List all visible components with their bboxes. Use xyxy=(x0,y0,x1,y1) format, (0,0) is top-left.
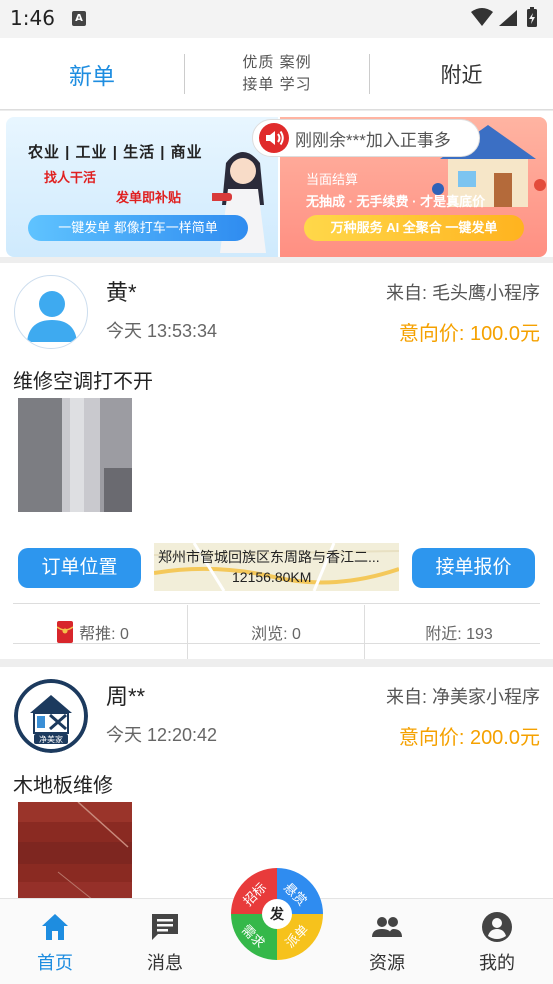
order-price: 意向价: 200.0元 xyxy=(398,727,540,749)
banner-post-bonus: 发单即补贴 xyxy=(116,190,182,205)
signal-icon xyxy=(499,10,517,26)
views-count: 浏览: 0 xyxy=(251,626,301,643)
order-distance: 12156.80KM xyxy=(232,569,312,585)
order-time: 今天 13:53:34 xyxy=(106,321,218,341)
nav-home-label: 首页 xyxy=(37,953,73,973)
order-time: 今天 12:20:42 xyxy=(106,725,218,745)
tab-nearby[interactable]: 附近 xyxy=(370,38,553,110)
message-icon xyxy=(152,914,178,940)
order-photo[interactable] xyxy=(18,802,132,898)
order-photo-image xyxy=(18,398,132,512)
publish-fab[interactable]: 招标 悬赏 派单 需求 发 xyxy=(231,868,323,960)
logo-text: 净美家 xyxy=(39,735,63,744)
banner-ai-service-button[interactable]: 万种服务 AI 全聚合 一键发单 xyxy=(304,215,524,241)
order-photo-image xyxy=(18,802,132,898)
wifi-icon xyxy=(471,8,493,26)
tab-featured[interactable]: 优质 案例 接单 学习 xyxy=(185,38,369,110)
avatar[interactable] xyxy=(14,275,88,349)
account-icon xyxy=(482,912,512,942)
status-bar: 1:46 A xyxy=(0,0,553,38)
speaker-icon xyxy=(259,123,289,153)
order-title: 木地板维修 xyxy=(13,775,113,797)
avatar[interactable]: 净美家 xyxy=(14,679,88,753)
boost-stat[interactable]: 帮推: 0 xyxy=(0,605,186,659)
customer-name: 黄* xyxy=(106,280,137,305)
nearby-stat: 附近: 193 xyxy=(365,605,553,659)
nav-messages[interactable]: 消息 xyxy=(110,899,220,984)
banner-post-order-button[interactable]: 一键发单 都像打车一样简单 xyxy=(28,215,248,241)
toast-text: 刚刚余***加入正事多 xyxy=(295,130,451,150)
promo-banner[interactable]: 农业 | 工业 | 生活 | 商业 找人干活 发单即补贴 一键发单 都像打车一样… xyxy=(6,117,547,257)
order-card[interactable]: 黄* 今天 13:53:34 来自: 毛头鹰小程序 意向价: 100.0元 维修… xyxy=(0,263,553,659)
order-title: 维修空调打不开 xyxy=(13,371,153,393)
nav-messages-label: 消息 xyxy=(147,953,183,973)
nav-resources[interactable]: 资源 xyxy=(332,899,442,984)
status-time: 1:46 xyxy=(10,6,55,30)
order-address: 郑州市管城回族区东周路与香江二... xyxy=(158,549,380,565)
order-source: 来自: 毛头鹰小程序 xyxy=(385,283,540,303)
people-icon xyxy=(372,917,402,937)
customer-name: 周** xyxy=(106,684,146,709)
default-avatar-icon xyxy=(27,291,77,342)
tab-nearby-label: 附近 xyxy=(440,64,483,87)
banner-no-fee: 无抽成 · 无手续费 · 才是真底价 xyxy=(306,194,486,209)
status-icons xyxy=(471,7,537,27)
fab-center[interactable]: 发 xyxy=(262,899,292,929)
red-envelope-icon xyxy=(57,621,74,643)
divider xyxy=(13,603,540,604)
order-location-button[interactable]: 订单位置 xyxy=(18,548,141,588)
nav-mine-label: 我的 xyxy=(479,953,515,973)
order-map-strip[interactable]: 郑州市管城回族区东周路与香江二... 12156.80KM xyxy=(154,543,399,591)
banner-pay-on-site: 当面结算 xyxy=(306,172,359,187)
tab-new-orders-label: 新单 xyxy=(69,63,115,89)
order-photo[interactable] xyxy=(18,398,132,512)
order-card[interactable]: 净美家 周** 今天 12:20:42 来自: 净美家小程序 意向价: 200.… xyxy=(0,667,553,898)
banner-left-panel: 农业 | 工业 | 生活 | 商业 找人干活 发单即补贴 一键发单 都像打车一样… xyxy=(6,117,278,257)
section-separator xyxy=(0,659,553,667)
tab-new-orders[interactable]: 新单 xyxy=(0,38,184,110)
views-stat: 浏览: 0 xyxy=(188,605,364,659)
nav-mine[interactable]: 我的 xyxy=(442,899,552,984)
quote-button[interactable]: 接单报价 xyxy=(412,548,535,588)
top-tab-bar: 新单 优质 案例 接单 学习 附近 xyxy=(0,38,553,110)
tab-featured-line1: 优质 案例 xyxy=(242,54,312,71)
order-feed[interactable]: 农业 | 工业 | 生活 | 商业 找人干活 发单即补贴 一键发单 都像打车一样… xyxy=(0,111,553,898)
home-icon xyxy=(42,914,68,940)
nav-home[interactable]: 首页 xyxy=(0,899,110,984)
banner-find-workers: 找人干活 xyxy=(44,170,97,185)
nav-resources-label: 资源 xyxy=(369,953,405,973)
nearby-count: 附近: 193 xyxy=(425,626,493,643)
join-toast: 刚刚余***加入正事多 xyxy=(252,119,480,157)
notification-icon: A xyxy=(72,11,86,26)
tab-featured-line2: 接单 学习 xyxy=(242,76,312,93)
boost-count: 帮推: 0 xyxy=(79,626,129,643)
order-price: 意向价: 100.0元 xyxy=(398,323,540,345)
banner-categories: 农业 | 工业 | 生活 | 商业 xyxy=(28,144,203,161)
order-source: 来自: 净美家小程序 xyxy=(385,687,540,707)
